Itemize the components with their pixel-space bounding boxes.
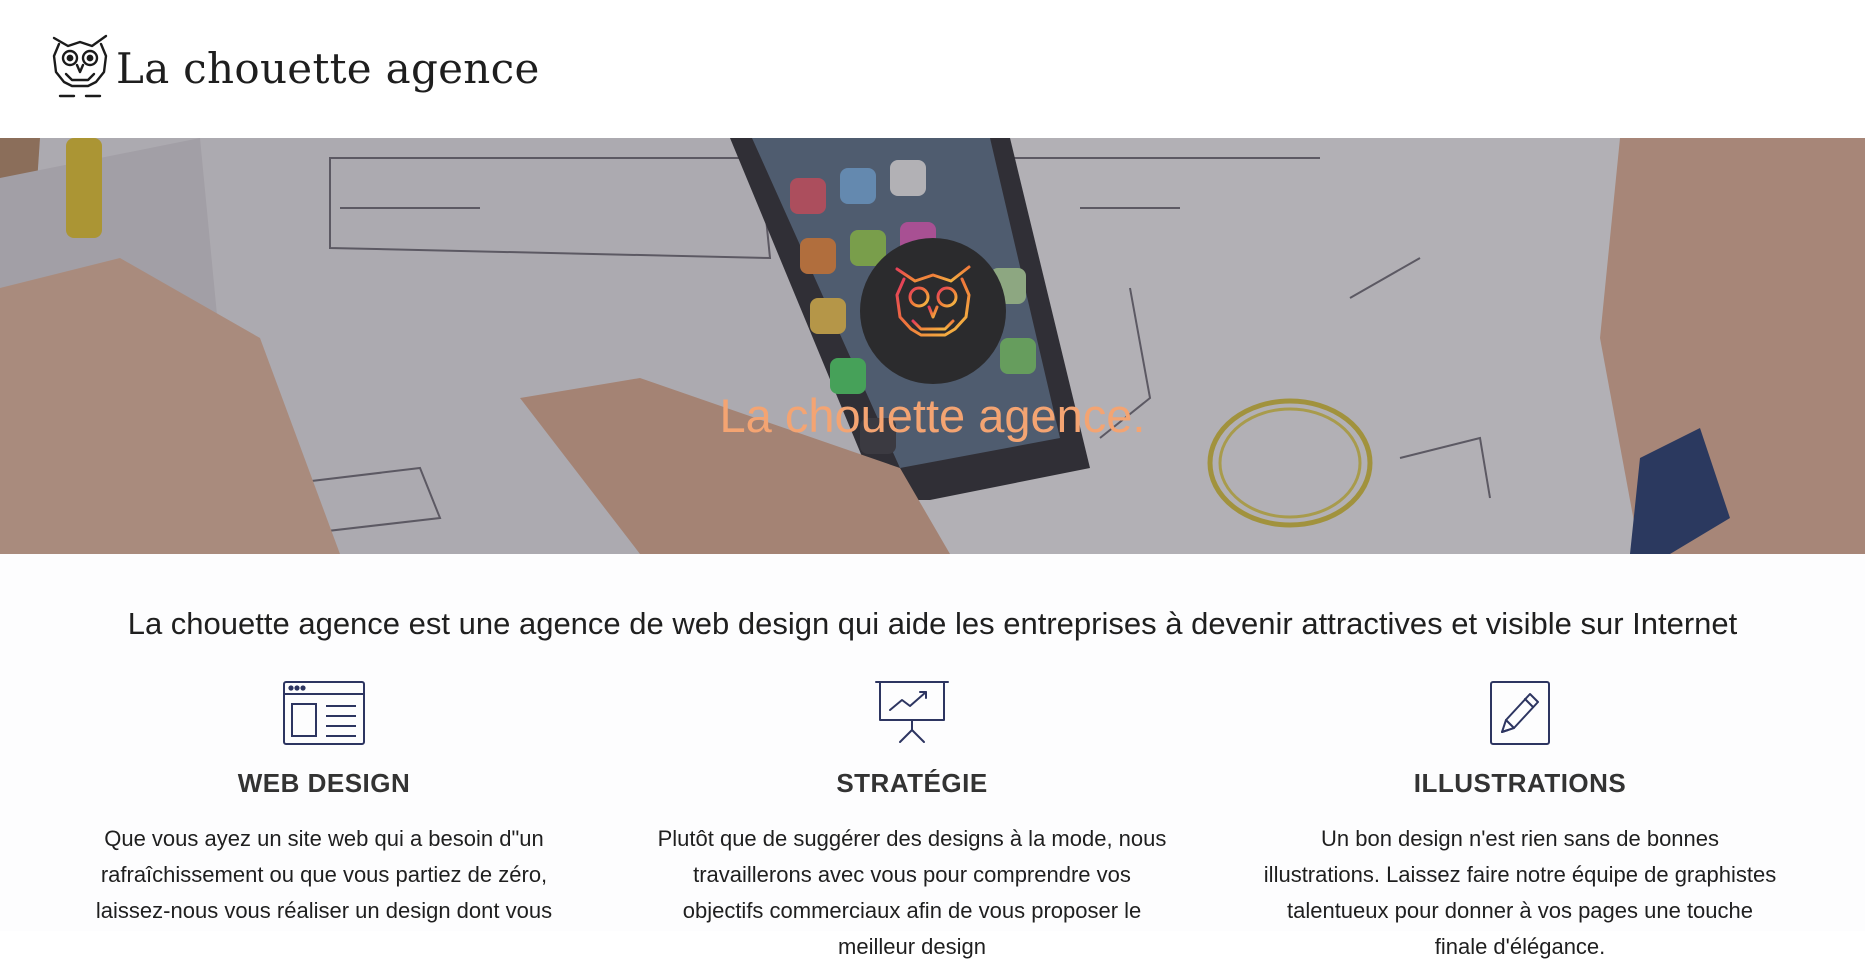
owl-logo-icon — [52, 34, 108, 98]
intro-text: La chouette agence est une agence de web… — [127, 606, 1738, 641]
service-title: WEB DESIGN — [237, 768, 411, 798]
service-description: Que vous ayez un site web qui a besoin d… — [95, 826, 553, 923]
web-design-icon — [283, 681, 365, 745]
hero-banner: La chouette agence. — [0, 138, 1865, 554]
logo-home-link[interactable]: La chouette agence — [50, 32, 540, 104]
service-description: Un bon design n'est rien sans de bonnes … — [1263, 826, 1777, 959]
presentation-chart-icon — [875, 681, 949, 743]
pencil-icon — [1490, 681, 1550, 745]
service-title: ILLUSTRATIONS — [1413, 768, 1627, 798]
hero-logo-badge — [860, 238, 1006, 384]
service-strategie: STRATÉGIE Plutôt que de suggérer des des… — [652, 680, 1172, 965]
service-illustrations: ILLUSTRATIONS Un bon design n'est rien s… — [1260, 680, 1780, 965]
service-web-design: WEB DESIGN Que vous ayez un site web qui… — [64, 680, 584, 929]
hero-title: La chouette agence. — [719, 389, 1146, 442]
logo-text: La chouette agence — [116, 43, 540, 93]
service-title: STRATÉGIE — [836, 768, 988, 798]
service-description: Plutôt que de suggérer des designs à la … — [657, 826, 1167, 959]
owl-gradient-icon — [895, 265, 971, 353]
site-header: La chouette agence — [0, 0, 1865, 138]
intro-section: La chouette agence est une agence de web… — [0, 554, 1865, 959]
